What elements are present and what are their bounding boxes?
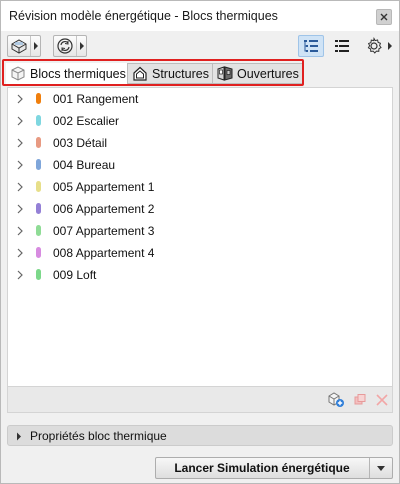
settings-dropdown-arrow[interactable]: [385, 42, 394, 50]
chevron-right-icon[interactable]: [17, 248, 23, 258]
chevron-right-icon[interactable]: [17, 270, 23, 280]
title-bar: Révision modèle énergétique - Blocs ther…: [1, 1, 399, 31]
tree-row[interactable]: 004 Bureau: [8, 154, 392, 176]
list-actions-bar: [7, 387, 393, 413]
tabs-highlight-frame: [2, 59, 304, 86]
refresh-cycle-icon: [54, 36, 76, 56]
chevron-down-icon: [377, 465, 385, 471]
duplicate-zone-icon: [354, 394, 366, 405]
settings-button[interactable]: [363, 35, 394, 57]
zone-label: 005 Appartement 1: [53, 180, 155, 194]
delete-zone-icon: [376, 394, 388, 406]
chevron-right-icon[interactable]: [17, 226, 23, 236]
zone-label: 008 Appartement 4: [53, 246, 155, 260]
close-icon: [380, 13, 388, 21]
chevron-right-icon[interactable]: [17, 116, 23, 126]
tree-row[interactable]: 005 Appartement 1: [8, 176, 392, 198]
window-title: Révision modèle énergétique - Blocs ther…: [9, 9, 278, 23]
toolbar: [1, 31, 399, 61]
zone-color-swatch: [36, 115, 41, 126]
close-button[interactable]: [376, 9, 392, 25]
zone-label: 009 Loft: [53, 268, 97, 282]
zone-color-swatch: [36, 225, 41, 236]
delete-zone-button[interactable]: [372, 390, 392, 410]
tree-view-button[interactable]: [298, 35, 324, 57]
chevron-right-icon: [17, 432, 21, 441]
chevron-right-icon[interactable]: [17, 204, 23, 214]
model-view-button[interactable]: [7, 35, 41, 57]
chevron-right-icon[interactable]: [17, 94, 23, 104]
tree-row[interactable]: 007 Appartement 3: [8, 220, 392, 242]
tree-row[interactable]: 009 Loft: [8, 264, 392, 286]
zone-color-swatch: [36, 247, 41, 258]
zone-color-swatch: [36, 137, 41, 148]
zone-label: 001 Rangement: [53, 92, 139, 106]
zone-color-swatch: [36, 181, 41, 192]
launch-simulation-split-button[interactable]: Lancer Simulation énergétique: [155, 457, 393, 479]
dialog-window: Révision modèle énergétique - Blocs ther…: [0, 0, 400, 484]
chevron-right-icon[interactable]: [17, 138, 23, 148]
zone-color-swatch: [36, 93, 41, 104]
tree-row[interactable]: 006 Appartement 2: [8, 198, 392, 220]
properties-section-header[interactable]: Propriétés bloc thermique: [7, 425, 393, 446]
zone-color-swatch: [36, 203, 41, 214]
refresh-button[interactable]: [53, 35, 87, 57]
launch-options-dropdown[interactable]: [369, 458, 392, 478]
list-view-button[interactable]: [329, 35, 355, 57]
flat-list-icon: [335, 40, 349, 52]
add-zone-button[interactable]: [326, 390, 346, 410]
model-view-dropdown-arrow[interactable]: [30, 36, 40, 56]
chevron-right-icon[interactable]: [17, 160, 23, 170]
duplicate-zone-button[interactable]: [350, 390, 370, 410]
chevron-right-icon[interactable]: [17, 182, 23, 192]
tree-list-icon: [304, 40, 318, 52]
zone-label: 007 Appartement 3: [53, 224, 155, 238]
tree-row[interactable]: 003 Détail: [8, 132, 392, 154]
tree-row[interactable]: 001 Rangement: [8, 88, 392, 110]
properties-section-label: Propriétés bloc thermique: [30, 429, 167, 443]
zone-label: 002 Escalier: [53, 114, 120, 128]
thermal-blocks-tree: 001 Rangement 002 Escalier 003 Détail 00…: [7, 87, 393, 387]
zone-color-swatch: [36, 159, 41, 170]
tree-row[interactable]: 008 Appartement 4: [8, 242, 392, 264]
tree-row[interactable]: 002 Escalier: [8, 110, 392, 132]
gear-icon: [363, 36, 385, 56]
refresh-dropdown-arrow[interactable]: [76, 36, 86, 56]
add-zone-icon: [328, 392, 344, 407]
launch-simulation-button[interactable]: Lancer Simulation énergétique: [156, 461, 368, 475]
model-view-icon: [8, 36, 30, 56]
zone-label: 006 Appartement 2: [53, 202, 155, 216]
zone-label: 003 Détail: [53, 136, 108, 150]
zone-label: 004 Bureau: [53, 158, 116, 172]
zone-color-swatch: [36, 269, 41, 280]
